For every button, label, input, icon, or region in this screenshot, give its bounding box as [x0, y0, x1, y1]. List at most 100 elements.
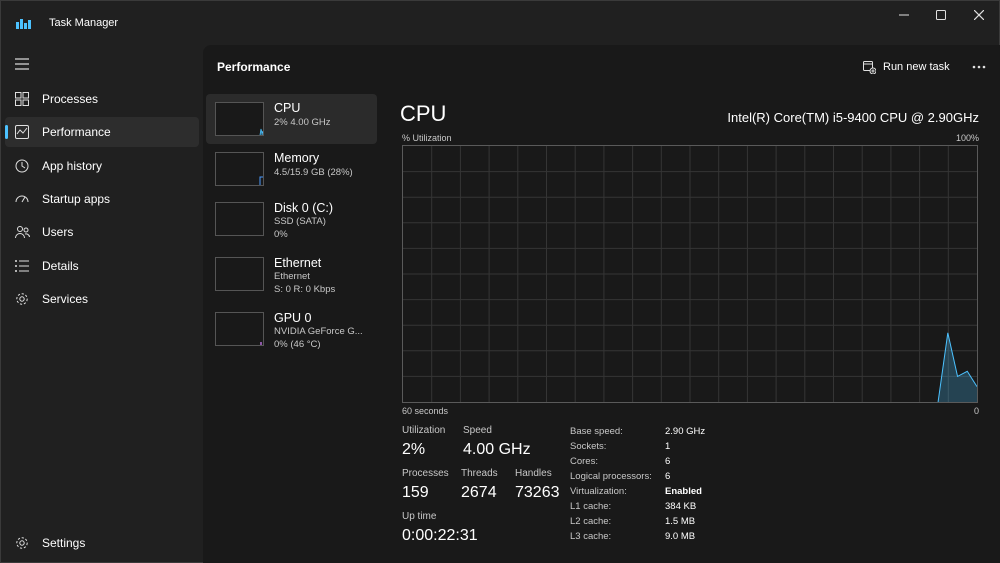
device-name: CPU [274, 101, 301, 115]
cpu-utilization-graph [402, 145, 978, 403]
spec-label: L2 cache: [570, 516, 612, 527]
spec-value: Enabled [665, 486, 702, 497]
device-detail: 4.5/15.9 GB (28%) [274, 167, 353, 178]
performance-panel: Performance Run new task CPU 2% 4.00 GHz… [203, 45, 1000, 563]
uptime-label: Up time [402, 511, 437, 522]
spec-label: L3 cache: [570, 531, 612, 542]
nav-item-startup-apps[interactable]: Startup apps [5, 184, 199, 214]
speed-label: Speed [463, 425, 492, 436]
app-history-icon [14, 158, 30, 174]
utilization-value: 2% [402, 441, 426, 458]
run-new-task-label: Run new task [883, 61, 950, 73]
device-name: Ethernet [274, 256, 322, 270]
device-name: GPU 0 [274, 311, 312, 325]
nav-label: App history [42, 159, 103, 173]
nav-item-processes[interactable]: Processes [5, 84, 199, 114]
disk-thumbnail [215, 202, 264, 236]
device-detail: 0% (46 °C) [274, 339, 321, 350]
device-detail: SSD (SATA) [274, 216, 326, 227]
utilization-label: Utilization [402, 425, 446, 436]
memory-thumbnail [215, 152, 264, 186]
graph-time-label: 60 seconds [402, 406, 449, 416]
more-options-icon [972, 65, 986, 69]
device-name: Memory [274, 151, 320, 165]
spec-label: L1 cache: [570, 501, 612, 512]
detail-title: CPU [400, 101, 447, 126]
window-title: Task Manager [49, 17, 119, 29]
run-new-task-button[interactable]: Run new task [863, 56, 950, 78]
task-manager-window: Task Manager Processes Performance App h… [0, 0, 1000, 563]
nav-label: Performance [42, 125, 111, 139]
handles-value: 73263 [515, 484, 560, 501]
page-title: Performance [217, 60, 291, 74]
spec-value: 384 KB [665, 501, 697, 512]
nav-item-app-history[interactable]: App history [5, 151, 199, 181]
graph-y-label: % Utilization [402, 133, 452, 143]
cpu-graph-svg [403, 146, 978, 403]
gpu-thumbnail [215, 312, 264, 346]
cpu-utilization-area [938, 332, 977, 402]
nav-item-performance[interactable]: Performance [5, 117, 199, 147]
spec-value: 6 [665, 456, 671, 467]
ethernet-thumbnail [215, 257, 264, 291]
details-icon [14, 258, 30, 274]
nav-label: Users [42, 225, 74, 239]
run-task-icon [863, 60, 876, 74]
device-item-memory[interactable]: Memory 4.5/15.9 GB (28%) [206, 144, 377, 194]
settings-icon [14, 535, 30, 551]
device-item-cpu[interactable]: CPU 2% 4.00 GHz [206, 94, 377, 144]
threads-label: Threads [461, 468, 498, 479]
performance-icon [14, 124, 30, 140]
nav-label: Processes [42, 92, 99, 106]
nav-label: Details [42, 259, 79, 273]
nav-item-services[interactable]: Services [5, 284, 199, 314]
uptime-value: 0:00:22:31 [402, 527, 478, 544]
processes-value: 159 [402, 484, 429, 501]
cpu-thumbnail [215, 102, 264, 136]
nav-label: Startup apps [42, 192, 111, 206]
spec-label: Virtualization: [570, 486, 627, 497]
processes-label: Processes [402, 468, 449, 479]
spec-value: 1 [665, 441, 671, 452]
nav-label: Settings [42, 536, 86, 550]
close-icon [974, 10, 984, 20]
spec-label: Cores: [570, 456, 598, 467]
spec-label: Sockets: [570, 441, 607, 452]
device-name: Disk 0 (C:) [274, 201, 334, 215]
spec-value: 6 [665, 471, 671, 482]
graph-max-label: 100% [955, 133, 979, 143]
spec-label: Logical processors: [570, 471, 652, 482]
services-icon [14, 291, 30, 307]
nav-label: Services [42, 292, 89, 306]
title-bar[interactable]: Task Manager [1, 1, 1000, 45]
hamburger-menu-button[interactable] [11, 53, 33, 75]
nav-item-settings[interactable]: Settings [5, 528, 199, 558]
task-manager-app-icon [16, 16, 32, 29]
device-detail: 2% 4.00 GHz [274, 117, 331, 128]
more-options-button[interactable] [968, 56, 990, 78]
spec-label: Base speed: [570, 426, 623, 437]
close-button[interactable] [959, 1, 999, 29]
spec-value: 1.5 MB [665, 516, 696, 527]
device-item-disk[interactable]: Disk 0 (C:) SSD (SATA) 0% [206, 194, 377, 244]
device-detail: NVIDIA GeForce G... [274, 326, 363, 337]
spec-value: 9.0 MB [665, 531, 696, 542]
processes-icon [14, 91, 30, 107]
device-item-gpu[interactable]: GPU 0 NVIDIA GeForce G... 0% (46 °C) [206, 304, 377, 354]
nav-item-details[interactable]: Details [5, 251, 199, 281]
maximize-icon [936, 10, 946, 20]
device-item-ethernet[interactable]: Ethernet Ethernet S: 0 R: 0 Kbps [206, 249, 377, 299]
speed-value: 4.00 GHz [463, 441, 531, 458]
maximize-button[interactable] [921, 1, 961, 29]
device-detail: S: 0 R: 0 Kbps [274, 284, 336, 295]
threads-value: 2674 [461, 484, 497, 501]
startup-apps-icon [14, 191, 30, 207]
minimize-button[interactable] [884, 1, 924, 29]
spec-value: 2.90 GHz [665, 426, 706, 437]
graph-min-label: 0 [973, 406, 979, 416]
handles-label: Handles [515, 468, 552, 479]
nav-item-users[interactable]: Users [5, 217, 199, 247]
device-detail: 0% [274, 229, 288, 240]
minimize-icon [899, 14, 909, 16]
device-detail: Ethernet [274, 271, 310, 282]
